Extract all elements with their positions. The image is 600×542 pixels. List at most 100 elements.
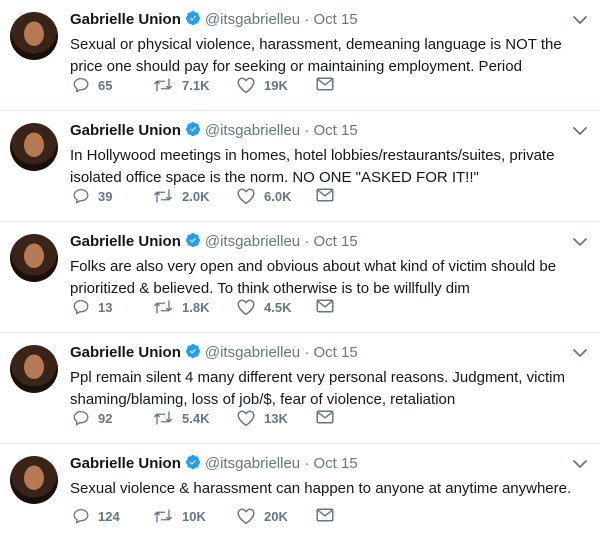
tweet-date[interactable]: Oct 15 (313, 233, 357, 250)
separator-dot: · (304, 11, 310, 28)
reply-count: 124 (98, 508, 120, 524)
verified-badge-icon (185, 233, 200, 248)
tweet-actions: 65 7.1K 19K (70, 76, 370, 96)
like-count: 13K (264, 410, 288, 426)
verified-badge-icon (185, 344, 200, 359)
retweet-count: 1.8K (182, 299, 210, 315)
direct-message-button[interactable] (316, 76, 342, 92)
retweet-count: 2.0K (182, 188, 210, 204)
reply-button[interactable]: 13 (72, 298, 112, 316)
like-button[interactable]: 19K (236, 76, 288, 94)
retweet-count: 10K (182, 508, 206, 524)
chevron-down-icon[interactable] (572, 236, 588, 248)
avatar[interactable] (10, 123, 58, 171)
tweet-actions: 92 5.4K 13K (70, 409, 370, 429)
tweet-text: Folks are also very open and obvious abo… (70, 258, 557, 297)
avatar[interactable] (10, 12, 58, 60)
tweet[interactable]: Gabrielle Union @itsgabrielleu · Oct 15 P… (0, 333, 600, 444)
reply-button[interactable]: 39 (72, 187, 112, 205)
verified-badge-icon (185, 122, 200, 137)
retweet-icon (154, 509, 172, 523)
tweet-header: Gabrielle Union @itsgabrielleu · Oct 15 (70, 10, 358, 28)
tweet-actions: 13 1.8K 4.5K (70, 298, 370, 318)
reply-count: 65 (98, 77, 113, 93)
tweet-date[interactable]: Oct 15 (313, 11, 357, 28)
direct-message-button[interactable] (316, 507, 342, 523)
avatar[interactable] (10, 234, 58, 282)
reply-button[interactable]: 92 (72, 409, 112, 427)
author-handle[interactable]: @itsgabrielleu (205, 344, 300, 361)
tweet-date[interactable]: Oct 15 (313, 344, 357, 361)
direct-message-button[interactable] (316, 409, 342, 425)
reply-count: 39 (98, 188, 113, 204)
heart-icon (237, 410, 255, 427)
avatar[interactable] (10, 345, 58, 393)
tweet-text: Sexual violence & harassment can happen … (70, 480, 572, 497)
like-count: 6.0K (264, 188, 292, 204)
tweet[interactable]: Gabrielle Union @itsgabrielleu · Oct 15 S… (0, 0, 600, 111)
direct-message-button[interactable] (316, 187, 342, 203)
author-handle[interactable]: @itsgabrielleu (205, 122, 300, 139)
reply-count: 13 (98, 299, 113, 315)
author-name[interactable]: Gabrielle Union (70, 11, 181, 28)
tweet-header: Gabrielle Union @itsgabrielleu · Oct 15 (70, 121, 358, 139)
chevron-down-icon[interactable] (572, 347, 588, 359)
author-handle[interactable]: @itsgabrielleu (205, 455, 300, 472)
chevron-down-icon[interactable] (572, 125, 588, 137)
tweet[interactable]: Gabrielle Union @itsgabrielleu · Oct 15 F… (0, 222, 600, 333)
retweet-icon (154, 411, 172, 425)
heart-icon (237, 299, 255, 316)
reply-button[interactable]: 65 (72, 76, 112, 94)
author-name[interactable]: Gabrielle Union (70, 122, 181, 139)
like-count: 19K (264, 77, 288, 93)
heart-icon (237, 77, 255, 94)
envelope-icon (316, 299, 334, 313)
chevron-down-icon[interactable] (572, 14, 588, 26)
verified-badge-icon (185, 455, 200, 470)
author-name[interactable]: Gabrielle Union (70, 455, 181, 472)
retweet-icon (154, 189, 172, 203)
author-handle[interactable]: @itsgabrielleu (205, 11, 300, 28)
separator-dot: · (304, 455, 310, 472)
reply-icon (73, 188, 89, 204)
tweet[interactable]: Gabrielle Union @itsgabrielleu · Oct 15 S… (0, 444, 600, 541)
reply-count: 92 (98, 410, 113, 426)
retweet-button[interactable]: 2.0K (152, 187, 209, 205)
author-name[interactable]: Gabrielle Union (70, 344, 181, 361)
retweet-icon (154, 78, 172, 92)
direct-message-button[interactable] (316, 298, 342, 314)
tweet-header: Gabrielle Union @itsgabrielleu · Oct 15 (70, 232, 358, 250)
retweet-button[interactable]: 10K (152, 507, 206, 525)
retweet-button[interactable]: 5.4K (152, 409, 209, 427)
retweet-button[interactable]: 7.1K (152, 76, 209, 94)
tweet-actions: 124 10K 20K (70, 507, 370, 527)
author-name[interactable]: Gabrielle Union (70, 233, 181, 250)
retweet-count: 7.1K (182, 77, 210, 93)
separator-dot: · (304, 344, 310, 361)
retweet-icon (154, 300, 172, 314)
like-count: 4.5K (264, 299, 292, 315)
tweet-text: Ppl remain silent 4 many different very … (70, 369, 565, 408)
envelope-icon (316, 188, 334, 202)
separator-dot: · (304, 122, 310, 139)
avatar[interactable] (10, 456, 58, 504)
like-button[interactable]: 13K (236, 409, 288, 427)
verified-badge-icon (185, 11, 200, 26)
tweet[interactable]: Gabrielle Union @itsgabrielleu · Oct 15 I… (0, 111, 600, 222)
tweet-header: Gabrielle Union @itsgabrielleu · Oct 15 (70, 454, 358, 472)
tweet-timeline: Gabrielle Union @itsgabrielleu · Oct 15 S… (0, 0, 600, 541)
like-count: 20K (264, 508, 288, 524)
chevron-down-icon[interactable] (572, 458, 588, 470)
tweet-date[interactable]: Oct 15 (313, 455, 357, 472)
tweet-text: In Hollywood meetings in homes, hotel lo… (70, 147, 555, 186)
tweet-date[interactable]: Oct 15 (313, 122, 357, 139)
like-button[interactable]: 20K (236, 507, 288, 525)
tweet-actions: 39 2.0K 6.0K (70, 187, 370, 207)
retweet-button[interactable]: 1.8K (152, 298, 209, 316)
envelope-icon (316, 508, 334, 522)
like-button[interactable]: 4.5K (236, 298, 291, 316)
envelope-icon (316, 410, 334, 424)
reply-button[interactable]: 124 (72, 507, 120, 525)
author-handle[interactable]: @itsgabrielleu (205, 233, 300, 250)
like-button[interactable]: 6.0K (236, 187, 291, 205)
